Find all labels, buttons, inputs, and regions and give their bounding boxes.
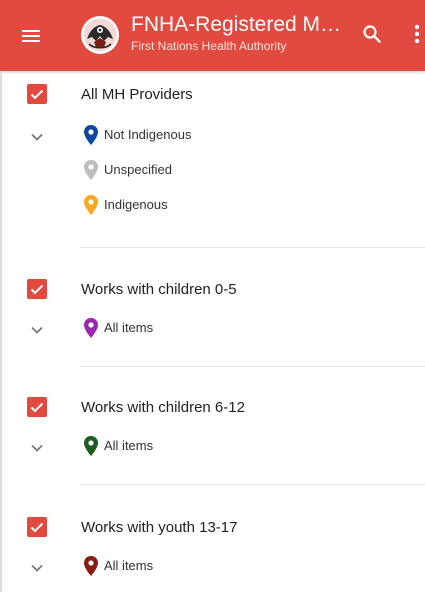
layer-title: Works with children 0-5 (81, 281, 237, 298)
menu-button[interactable] (19, 24, 43, 48)
layer-divider (80, 247, 425, 248)
layer-divider (80, 366, 425, 367)
map-subtitle: First Nations Health Authority (131, 39, 287, 53)
map-pin-icon (84, 125, 98, 145)
check-icon (30, 89, 44, 100)
map-pin-icon (84, 318, 98, 338)
title-block: FNHA-Registered MH … First Nations Healt… (131, 12, 346, 54)
legend-item: All items (84, 318, 384, 338)
chevron-down-icon[interactable] (29, 440, 45, 456)
layer-header[interactable]: Works with children 0-5 (0, 266, 425, 314)
layer-header[interactable]: All MH Providers (0, 71, 425, 119)
layer-divider (80, 484, 425, 485)
chevron-down-icon[interactable] (29, 560, 45, 576)
legend-item: All items (84, 556, 384, 576)
legend-label: Unspecified (104, 162, 172, 177)
layer-title: Works with youth 13-17 (81, 519, 238, 536)
search-button[interactable] (360, 22, 384, 46)
chevron-down-icon[interactable] (29, 322, 45, 338)
layer-item: Works with children 0-5 All items (0, 266, 425, 366)
legend-label: All items (104, 438, 154, 453)
layer-item: All MH Providers Not Indigenous Unspecif… (0, 71, 425, 247)
more-options-button[interactable] (405, 21, 425, 47)
menu-icon (22, 30, 40, 42)
legend-item: Unspecified (84, 160, 384, 180)
check-icon (30, 402, 44, 413)
layer-item: Works with children 6-12 All items (0, 384, 425, 484)
more-vert-icon (414, 24, 420, 44)
fnha-logo (81, 16, 119, 54)
layer-header[interactable]: Works with children 6-12 (0, 384, 425, 432)
layer-visibility-checkbox[interactable] (27, 84, 47, 104)
map-title: FNHA-Registered MH … (131, 13, 346, 36)
map-pin-icon (84, 160, 98, 180)
legend-item: Not Indigenous (84, 125, 384, 145)
legend-item: All items (84, 436, 384, 456)
map-pin-icon (84, 436, 98, 456)
map-pin-icon (84, 195, 98, 215)
layer-visibility-checkbox[interactable] (27, 517, 47, 537)
search-icon (363, 25, 381, 43)
legend-label: All items (104, 320, 154, 335)
app-bar: FNHA-Registered MH … First Nations Healt… (0, 0, 425, 71)
layer-visibility-checkbox[interactable] (27, 397, 47, 417)
check-icon (30, 284, 44, 295)
layer-visibility-checkbox[interactable] (27, 279, 47, 299)
layer-header[interactable]: Works with youth 13-17 (0, 504, 425, 552)
chevron-down-icon[interactable] (29, 129, 45, 145)
layer-title: All MH Providers (81, 86, 193, 103)
legend-item: Indigenous (84, 195, 384, 215)
legend-label: All items (104, 558, 154, 573)
legend-label: Indigenous (104, 197, 168, 212)
map-pin-icon (84, 556, 98, 576)
layer-item: Works with youth 13-17 All items (0, 504, 425, 592)
legend-label: Not Indigenous (104, 127, 192, 142)
layer-list: All MH Providers Not Indigenous Unspecif… (0, 71, 425, 592)
map-layers-panel: FNHA-Registered MH … First Nations Healt… (0, 0, 425, 592)
check-icon (30, 522, 44, 533)
layer-title: Works with children 6-12 (81, 399, 245, 416)
